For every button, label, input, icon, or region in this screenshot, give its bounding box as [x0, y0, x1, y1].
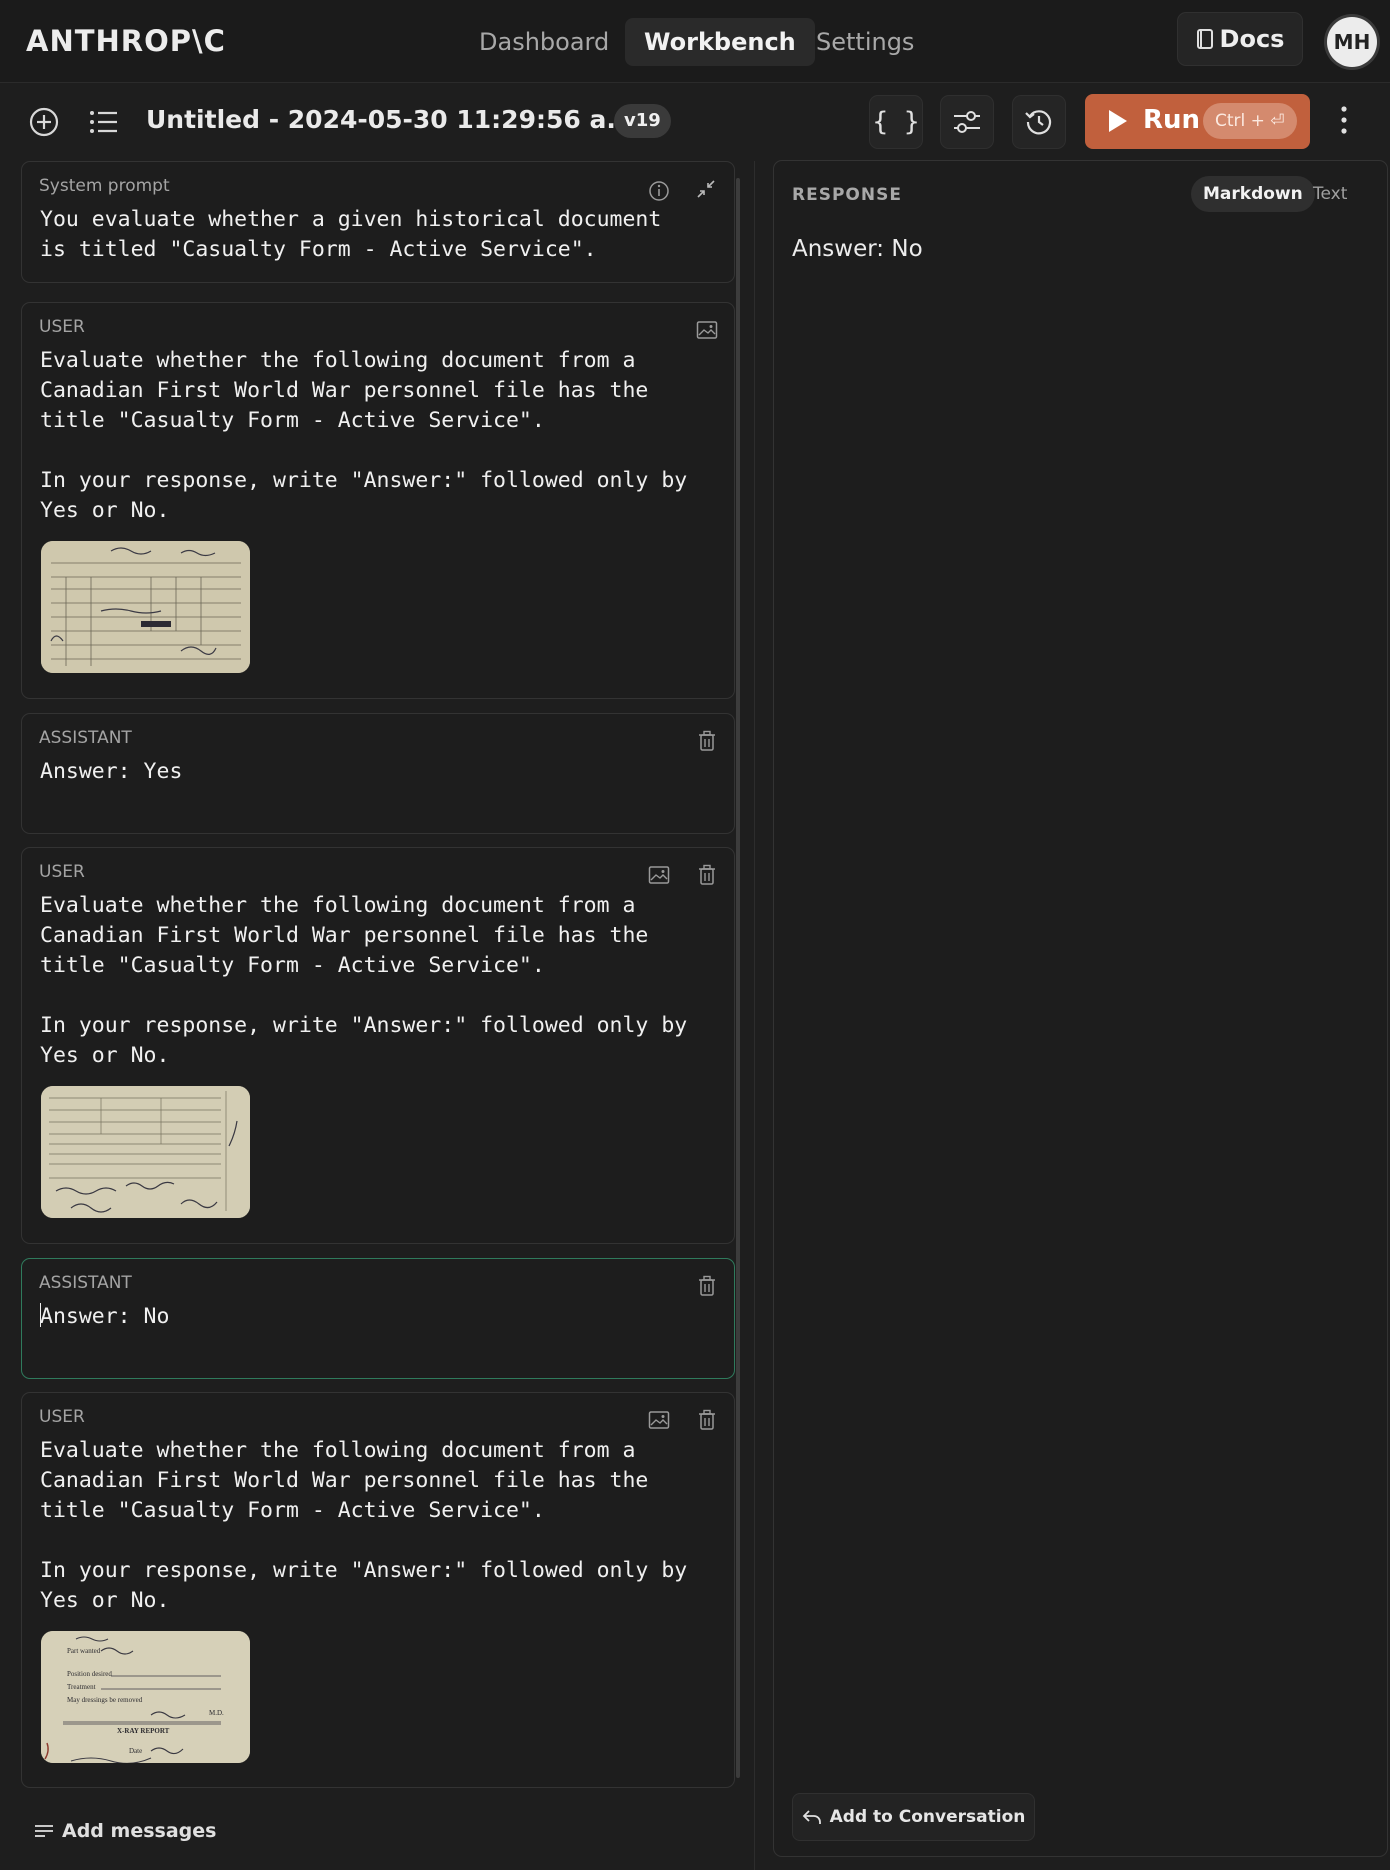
prompt-title[interactable]: Untitled - 2024-05-30 11:29:56 a.m.	[146, 105, 651, 134]
book-icon	[1196, 29, 1213, 49]
play-icon	[1109, 110, 1127, 132]
nav-tab-settings[interactable]: Settings	[797, 18, 933, 66]
trash-icon[interactable]	[694, 862, 720, 888]
code-braces-icon: { }	[872, 107, 920, 137]
thumb-xray-heading: X-RAY REPORT	[117, 1727, 170, 1735]
nav-tab-dashboard[interactable]: Dashboard	[460, 18, 628, 66]
response-text: Answer: No	[792, 236, 923, 262]
add-lines-icon	[35, 1825, 53, 1837]
system-prompt-label: System prompt	[39, 176, 170, 196]
trash-icon[interactable]	[694, 1273, 720, 1299]
document-thumbnail-3[interactable]: Part wanted Position desired Treatment M…	[41, 1631, 250, 1763]
anthropic-logo[interactable]: ANTHROP\C	[26, 24, 226, 58]
nav-tab-workbench[interactable]: Workbench	[625, 18, 815, 66]
system-prompt-text[interactable]: You evaluate whether a given historical …	[40, 205, 700, 265]
column-divider[interactable]	[754, 161, 755, 1870]
response-panel: RESPONSE Markdown Text Answer: No Add to…	[773, 160, 1388, 1857]
image-icon[interactable]	[646, 1407, 672, 1433]
user-message-2: USER Evaluate whether the following docu…	[21, 847, 735, 1244]
add-to-conversation-button[interactable]: Add to Conversation	[792, 1793, 1035, 1841]
message-role: ASSISTANT	[39, 728, 132, 748]
docs-label: Docs	[1219, 25, 1285, 53]
user-message-3: USER Evaluate whether the following docu…	[21, 1392, 735, 1788]
code-view-button[interactable]: { }	[869, 95, 923, 149]
message-role: USER	[39, 1407, 85, 1427]
run-button[interactable]: Run Ctrl + ⏎	[1085, 94, 1310, 149]
docs-button[interactable]: Docs	[1177, 12, 1303, 66]
collapse-icon[interactable]	[693, 176, 719, 202]
history-icon	[1025, 110, 1052, 135]
document-thumbnail-1[interactable]	[41, 541, 250, 673]
sliders-icon	[954, 111, 980, 133]
user-avatar[interactable]: MH	[1327, 17, 1377, 67]
assistant-message-1: ASSISTANT Answer: Yes	[21, 713, 735, 834]
thumb-date: Date	[129, 1747, 142, 1755]
workbench-toolbar: Untitled - 2024-05-30 11:29:56 a.m. v19 …	[0, 83, 1390, 161]
history-button[interactable]	[1012, 95, 1066, 149]
user-message-1: USER Evaluate whether the following docu…	[21, 302, 735, 699]
thumb-treatment: Treatment	[67, 1683, 96, 1691]
thumb-position-desired: Position desired	[67, 1670, 112, 1678]
thumb-part-wanted: Part wanted	[67, 1647, 101, 1655]
document-image-1	[41, 541, 250, 673]
trash-icon[interactable]	[694, 1407, 720, 1433]
more-vertical-icon[interactable]	[1340, 105, 1348, 139]
thumb-dressings: May dressings be removed	[67, 1696, 143, 1704]
response-header: RESPONSE	[792, 185, 902, 205]
thumb-md: M.D.	[209, 1709, 224, 1717]
top-nav: ANTHROP\C Dashboard Workbench Settings D…	[0, 0, 1390, 82]
text-toggle[interactable]: Text	[1301, 176, 1359, 212]
run-shortcut: Ctrl + ⏎	[1203, 103, 1297, 139]
message-text: Answer: No	[40, 1304, 170, 1329]
info-icon[interactable]	[646, 178, 672, 204]
document-image-3: Part wanted Position desired Treatment M…	[41, 1631, 250, 1763]
assistant-message-2: ASSISTANT Answer: No	[21, 1258, 735, 1379]
image-icon[interactable]	[694, 317, 720, 343]
message-role: USER	[39, 862, 85, 882]
document-thumbnail-2[interactable]	[41, 1086, 250, 1218]
list-icon[interactable]	[86, 104, 122, 140]
plus-circle-icon[interactable]	[26, 104, 62, 140]
add-to-conversation-label: Add to Conversation	[829, 1807, 1026, 1827]
image-icon[interactable]	[646, 862, 672, 888]
message-text[interactable]: Answer: Yes	[40, 757, 700, 787]
add-messages-button[interactable]: Add messages	[34, 1820, 216, 1842]
message-text[interactable]: Evaluate whether the following document …	[40, 891, 700, 1071]
add-messages-label: Add messages	[62, 1820, 217, 1842]
model-settings-button[interactable]	[940, 95, 994, 149]
message-text-editor[interactable]: Answer: No	[40, 1302, 700, 1332]
markdown-toggle[interactable]: Markdown	[1191, 176, 1315, 212]
message-role: ASSISTANT	[39, 1273, 132, 1293]
reply-icon	[802, 1810, 821, 1824]
message-role: USER	[39, 317, 85, 337]
trash-icon[interactable]	[694, 728, 720, 754]
system-prompt-card[interactable]: System prompt You evaluate whether a giv…	[21, 161, 735, 283]
document-image-2	[41, 1086, 250, 1218]
editor-scrollbar[interactable]	[736, 178, 740, 1778]
message-text[interactable]: Evaluate whether the following document …	[40, 346, 700, 526]
version-badge[interactable]: v19	[614, 104, 671, 138]
message-text[interactable]: Evaluate whether the following document …	[40, 1436, 700, 1616]
run-label: Run	[1143, 105, 1201, 135]
